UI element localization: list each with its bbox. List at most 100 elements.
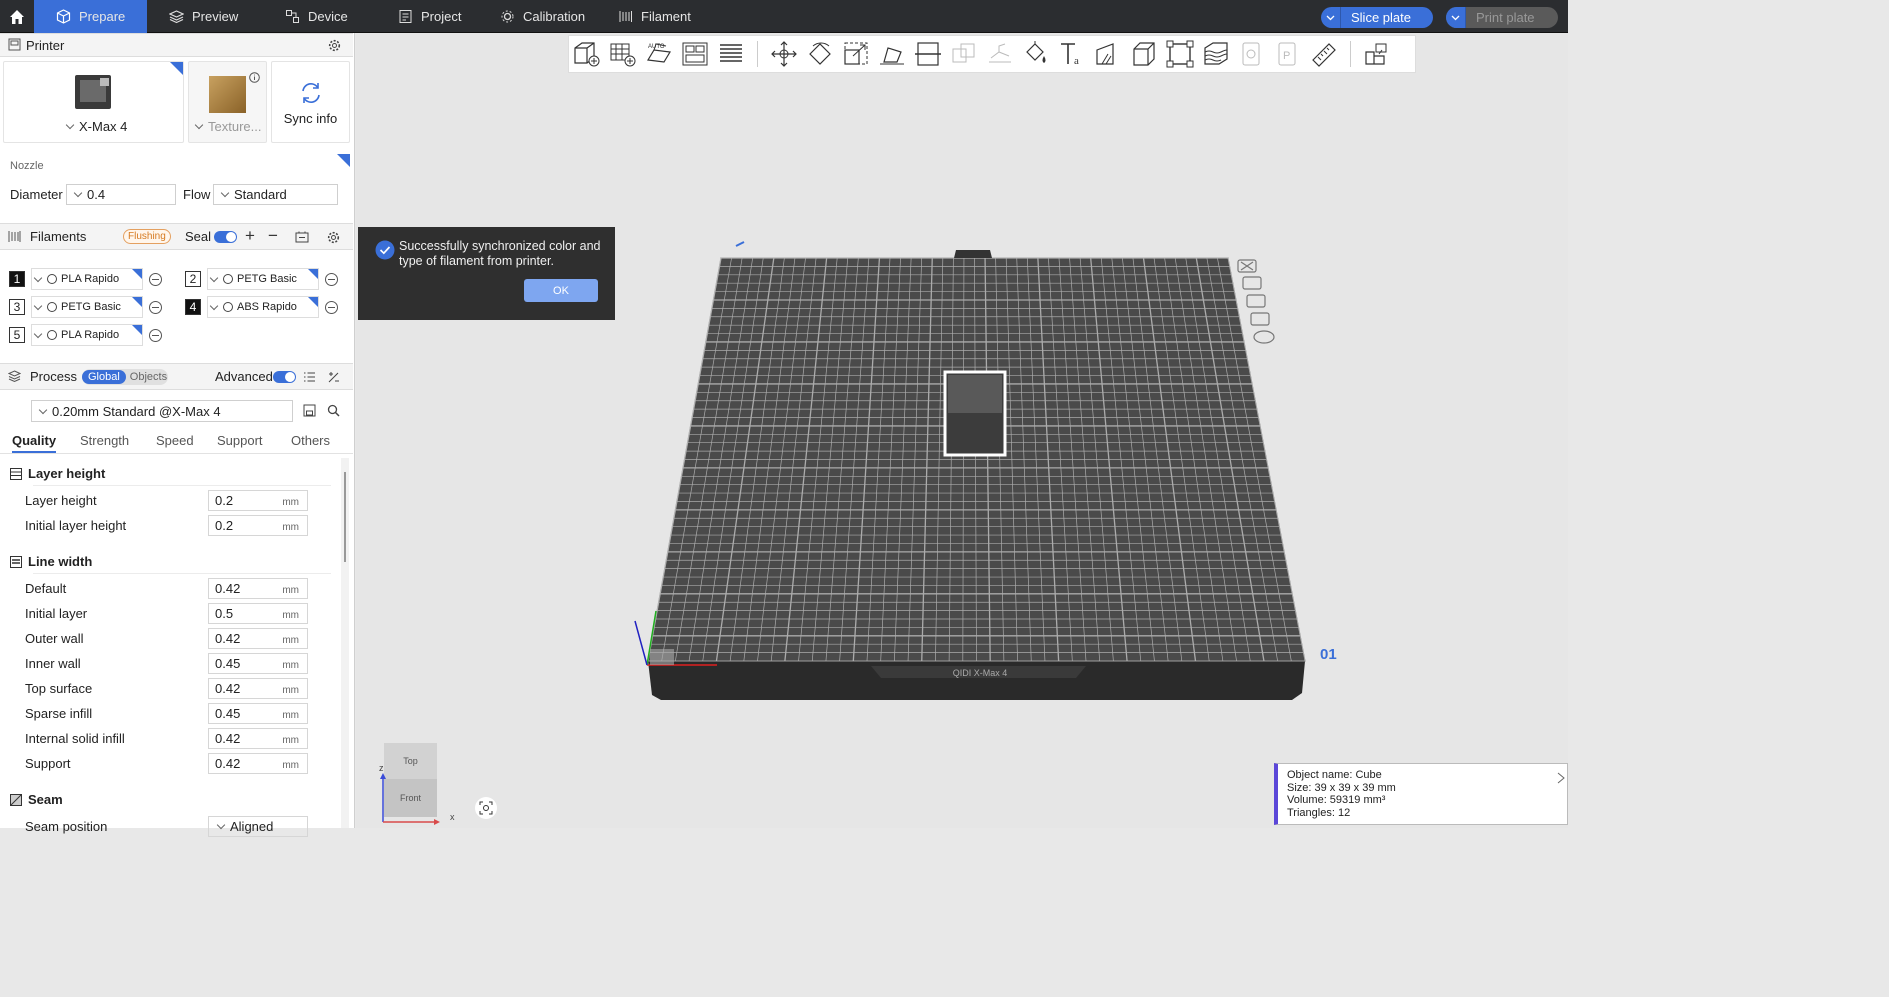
filament-slot-5[interactable]: 5 PLA Rapido bbox=[9, 324, 162, 346]
filament-slot-1[interactable]: 1 PLA Rapido bbox=[9, 268, 162, 290]
slice-dropdown[interactable] bbox=[1321, 7, 1341, 28]
print-plate-button[interactable]: Print plate bbox=[1446, 7, 1558, 28]
print-dropdown[interactable] bbox=[1446, 7, 1466, 28]
fuzzy-skin-button[interactable] bbox=[1198, 38, 1234, 70]
tab-quality[interactable]: Quality bbox=[12, 433, 57, 453]
tab-others[interactable]: Others bbox=[291, 433, 330, 448]
printer-card[interactable]: X-Max 4 bbox=[3, 61, 184, 143]
build-plate-scene[interactable]: QIDI X-Max 4 01 bbox=[356, 33, 1568, 828]
split-button[interactable] bbox=[713, 38, 749, 70]
search-icon[interactable] bbox=[327, 404, 340, 417]
measure-button[interactable] bbox=[1306, 38, 1342, 70]
tab-speed[interactable]: Speed bbox=[156, 433, 194, 448]
filament-slot-3[interactable]: 3 PETG Basic bbox=[9, 296, 162, 318]
outer-wall-input[interactable]: 0.42 mm bbox=[208, 628, 308, 649]
emboss-button[interactable] bbox=[1090, 38, 1126, 70]
tab-device[interactable]: Device bbox=[263, 0, 373, 33]
filament-select[interactable]: ABS Rapido bbox=[207, 296, 319, 318]
initial-layer-width-input[interactable]: 0.5 mm bbox=[208, 603, 308, 624]
tab-support[interactable]: Support bbox=[217, 433, 263, 448]
tab-project[interactable]: Project bbox=[376, 0, 486, 33]
filament-options-icon[interactable] bbox=[149, 272, 162, 286]
advanced-toggle[interactable] bbox=[273, 371, 296, 383]
add-filament-button[interactable]: + bbox=[245, 226, 255, 246]
seam-position-select[interactable]: Aligned bbox=[208, 816, 308, 837]
plate-name-edit-icon[interactable] bbox=[735, 241, 745, 247]
arrange-button[interactable] bbox=[677, 38, 713, 70]
sync-info-button[interactable]: Sync info bbox=[271, 61, 350, 143]
close-icon[interactable] bbox=[1557, 772, 1565, 784]
assembly-button[interactable] bbox=[1359, 38, 1395, 70]
seam-paint-button[interactable]: P bbox=[1270, 38, 1306, 70]
process-preset-select[interactable]: 0.20mm Standard @X-Max 4 bbox=[31, 400, 293, 422]
move-button[interactable] bbox=[766, 38, 802, 70]
tab-filament[interactable]: Filament bbox=[596, 0, 706, 33]
bounding-box-button[interactable] bbox=[1162, 38, 1198, 70]
gear-icon[interactable] bbox=[328, 39, 341, 52]
info-icon[interactable] bbox=[249, 72, 260, 83]
filament-options-icon[interactable] bbox=[149, 328, 162, 342]
flushing-badge[interactable]: Flushing bbox=[123, 229, 171, 244]
texture-select[interactable]: Texture... bbox=[193, 119, 261, 134]
initial-layer-height-input[interactable]: 0.2 mm bbox=[208, 515, 308, 536]
support-width-input[interactable]: 0.42 mm bbox=[208, 753, 308, 774]
auto-orient-button[interactable]: AUTO bbox=[641, 38, 677, 70]
3d-viewport[interactable]: QIDI X-Max 4 01 Top Front z x bbox=[356, 33, 1568, 828]
orient-plate-icon[interactable] bbox=[1246, 294, 1266, 308]
save-icon[interactable] bbox=[303, 404, 316, 417]
tab-strength[interactable]: Strength bbox=[80, 433, 129, 448]
slice-plate-button[interactable]: Slice plate bbox=[1321, 7, 1433, 28]
lay-on-face-button[interactable] bbox=[874, 38, 910, 70]
tab-prepare[interactable]: Prepare bbox=[34, 0, 147, 33]
filament-options-icon[interactable] bbox=[325, 300, 338, 314]
scrollbar-track[interactable] bbox=[341, 458, 349, 828]
global-objects-switch[interactable]: Global Objects bbox=[82, 369, 168, 385]
arrange-plate-icon[interactable] bbox=[1242, 276, 1262, 290]
filament-slot-2[interactable]: 2 PETG Basic bbox=[185, 268, 338, 290]
measure-cube-button[interactable] bbox=[1126, 38, 1162, 70]
global-option[interactable]: Global bbox=[82, 370, 126, 384]
filament-select[interactable]: PETG Basic bbox=[31, 296, 143, 318]
fit-view-button[interactable] bbox=[475, 797, 497, 819]
sparse-infill-input[interactable]: 0.45 mm bbox=[208, 703, 308, 724]
tab-preview[interactable]: Preview bbox=[147, 0, 257, 33]
flow-select[interactable]: Standard bbox=[213, 184, 338, 205]
tab-calibration[interactable]: Calibration bbox=[478, 0, 603, 33]
lock-plate-icon[interactable] bbox=[1250, 312, 1270, 326]
filament-select[interactable]: PETG Basic bbox=[207, 268, 319, 290]
filament-select[interactable]: PLA Rapido bbox=[31, 268, 143, 290]
texture-card[interactable]: Texture... bbox=[188, 61, 267, 143]
objects-option[interactable]: Objects bbox=[126, 371, 171, 383]
filament-options-icon[interactable] bbox=[325, 272, 338, 286]
text-button[interactable]: a bbox=[1054, 38, 1090, 70]
remove-filament-button[interactable]: − bbox=[268, 226, 278, 246]
add-plate-button[interactable] bbox=[605, 38, 641, 70]
home-button[interactable] bbox=[0, 0, 34, 33]
seal-toggle[interactable] bbox=[214, 231, 237, 243]
layer-height-input[interactable]: 0.2 mm bbox=[208, 490, 308, 511]
cut-button[interactable] bbox=[910, 38, 946, 70]
filament-sync-icon[interactable] bbox=[295, 231, 309, 244]
printer-model-select[interactable]: X-Max 4 bbox=[64, 119, 127, 134]
color-paint-button[interactable] bbox=[1018, 38, 1054, 70]
filament-options-icon[interactable] bbox=[149, 300, 162, 314]
internal-solid-infill-input[interactable]: 0.42 mm bbox=[208, 728, 308, 749]
filament-slot-4[interactable]: 4 ABS Rapido bbox=[185, 296, 338, 318]
plate-settings-icon[interactable] bbox=[1253, 330, 1275, 344]
boolean-button[interactable] bbox=[946, 38, 982, 70]
gear-icon[interactable] bbox=[327, 231, 340, 244]
default-width-input[interactable]: 0.42 mm bbox=[208, 578, 308, 599]
plate-number[interactable]: 01 bbox=[1320, 646, 1337, 663]
diameter-select[interactable]: 0.4 bbox=[66, 184, 176, 205]
scrollbar-thumb[interactable] bbox=[344, 472, 346, 562]
filament-select[interactable]: PLA Rapido bbox=[31, 324, 143, 346]
support-paint-button[interactable] bbox=[982, 38, 1018, 70]
top-surface-input[interactable]: 0.42 mm bbox=[208, 678, 308, 699]
rotate-button[interactable] bbox=[802, 38, 838, 70]
toast-ok-button[interactable]: OK bbox=[524, 279, 598, 302]
compare-icon[interactable] bbox=[327, 371, 340, 384]
add-object-button[interactable] bbox=[569, 38, 605, 70]
inner-wall-input[interactable]: 0.45 mm bbox=[208, 653, 308, 674]
list-icon[interactable] bbox=[303, 371, 316, 383]
scale-button[interactable] bbox=[838, 38, 874, 70]
